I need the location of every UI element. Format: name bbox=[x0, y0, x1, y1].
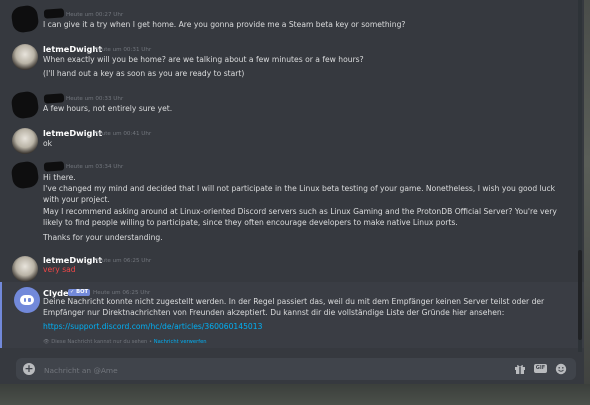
message-group: Heute um 00:27 Uhr I can give it a try w… bbox=[0, 0, 584, 36]
dismiss-message-link[interactable]: Nachricht verwerfen bbox=[154, 339, 207, 345]
chat-window: Heute um 00:27 Uhr I can give it a try w… bbox=[0, 0, 584, 405]
message-composer: + GIF bbox=[16, 358, 576, 380]
message-text: Hi there. bbox=[43, 173, 76, 182]
message-timestamp: Heute um 00:27 Uhr bbox=[66, 12, 124, 18]
message-text: A few hours, not entirely sure yet. bbox=[43, 104, 173, 113]
message-group: letmeDwight Heute um 00:31 Uhr When exac… bbox=[0, 40, 584, 84]
clyde-eye-icon bbox=[23, 298, 26, 302]
support-link[interactable]: https://support.discord.com/hc/de/articl… bbox=[43, 322, 558, 333]
message-text: May I recommend asking around at Linux-o… bbox=[43, 207, 560, 227]
message-text: Deine Nachricht konnte nicht zugestellt … bbox=[43, 297, 547, 317]
message-timestamp: Heute um 00:41 Uhr bbox=[94, 131, 152, 137]
message-text: I've changed my mind and decided that I … bbox=[43, 184, 558, 204]
message-timestamp: Heute um 06:25 Uhr bbox=[93, 290, 151, 296]
redacted-username bbox=[43, 161, 65, 172]
scrollbar-thumb[interactable] bbox=[578, 250, 582, 340]
message-group: Heute um 00:33 Uhr A few hours, not enti… bbox=[0, 88, 584, 120]
avatar[interactable] bbox=[12, 256, 38, 282]
clyde-avatar[interactable] bbox=[14, 287, 40, 313]
desktop-background bbox=[584, 0, 590, 405]
clyde-bot-icon bbox=[20, 295, 34, 305]
message-input[interactable] bbox=[42, 362, 506, 378]
redacted-username bbox=[43, 8, 65, 19]
message-text: very sad bbox=[43, 265, 76, 274]
eye-icon: 👁 bbox=[43, 339, 50, 345]
gif-icon[interactable]: GIF bbox=[534, 364, 547, 373]
emoji-icon[interactable] bbox=[555, 363, 567, 375]
message-timestamp: Heute um 06:25 Uhr bbox=[94, 258, 152, 264]
avatar[interactable] bbox=[12, 44, 38, 70]
ephemeral-notice: 👁 Diese Nachricht kannst nur du sehen • … bbox=[43, 339, 207, 345]
plus-icon[interactable]: + bbox=[23, 363, 35, 375]
message-timestamp: Heute um 00:33 Uhr bbox=[66, 96, 124, 102]
message-text: ok bbox=[43, 139, 53, 148]
message-timestamp: Heute um 00:31 Uhr bbox=[94, 47, 152, 53]
desktop-background bbox=[0, 384, 590, 405]
message-text: (I'll hand out a key as soon as you are … bbox=[43, 69, 245, 78]
message-text: Thanks for your understanding. bbox=[43, 233, 163, 242]
gift-icon[interactable] bbox=[514, 363, 526, 375]
avatar[interactable] bbox=[10, 160, 40, 190]
message-text: I can give it a try when I get home. Are… bbox=[43, 20, 406, 29]
bot-badge: ✓ BOT bbox=[68, 289, 91, 296]
notice-text: Diese Nachricht kannst nur du sehen • bbox=[51, 339, 153, 345]
avatar[interactable] bbox=[12, 128, 38, 154]
message-group: Heute um 03:34 Uhr Hi there. I've change… bbox=[0, 158, 584, 250]
message-group: letmeDwight Heute um 00:41 Uhr ok bbox=[0, 124, 584, 154]
message-group: letmeDwight Heute um 06:25 Uhr very sad bbox=[0, 252, 584, 282]
redacted-username bbox=[43, 93, 65, 104]
message-text: When exactly will you be home? are we ta… bbox=[43, 55, 364, 64]
avatar[interactable] bbox=[10, 90, 40, 120]
avatar[interactable] bbox=[10, 4, 40, 34]
message-timestamp: Heute um 03:34 Uhr bbox=[66, 164, 124, 170]
clyde-eye-icon bbox=[28, 298, 31, 302]
